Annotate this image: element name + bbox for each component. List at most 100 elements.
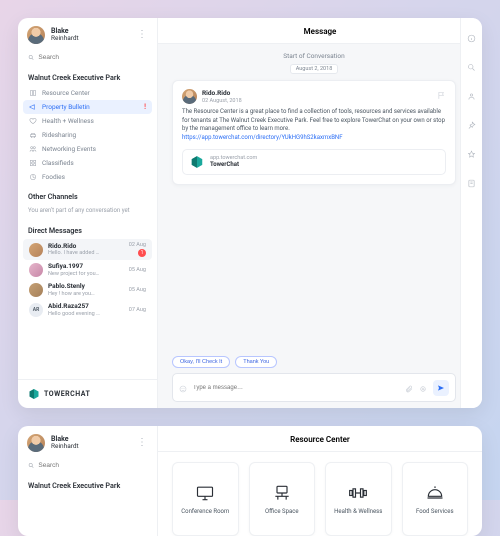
rail-star-icon[interactable] — [467, 144, 476, 163]
sidebar: Blake Reinhardt ⋮ Walnut Creek Executive… — [18, 18, 158, 408]
dm-date: 07 Aug — [129, 307, 146, 313]
main-header: Message — [158, 18, 482, 44]
message-text: The Resource Center is a great place to … — [182, 108, 445, 132]
dm-title: Direct Messages — [18, 218, 157, 239]
search-input[interactable] — [38, 462, 147, 469]
channel-ridesharing[interactable]: Ridesharing — [23, 128, 152, 142]
tile-conference-room[interactable]: Conference Room — [172, 462, 239, 536]
dm-avatar — [29, 263, 43, 277]
attach-icon[interactable] — [405, 378, 413, 397]
message-date: 02 August, 2018 — [202, 98, 242, 104]
rail-pin-icon[interactable] — [467, 115, 476, 134]
channel-label: Foodies — [42, 173, 65, 181]
channel-networking[interactable]: Networking Events — [23, 142, 152, 156]
tile-food-services[interactable]: Food Services — [402, 462, 469, 536]
page-title: Message — [304, 27, 337, 36]
current-user[interactable]: Blake Reinhardt ⋮ — [18, 18, 157, 50]
channel-label: Classifieds — [42, 159, 74, 167]
food-icon — [29, 173, 37, 181]
screen-icon — [195, 483, 215, 503]
channel-label: Resource Center — [42, 89, 90, 97]
dm-preview: Hey ! how are you… — [48, 291, 95, 297]
mention-icon[interactable] — [419, 378, 427, 397]
dm-name: Rido.Rido — [48, 243, 99, 250]
dm-item[interactable]: Sufiya.1997New project for you… 05 Aug — [23, 260, 152, 280]
message-link[interactable]: https://app.towerchat.com/directory/YUkH… — [182, 134, 343, 141]
resource-tiles: Conference Room Office Space Health & We… — [158, 452, 482, 536]
book-icon — [29, 89, 37, 97]
messaging-app: Blake Reinhardt ⋮ Walnut Creek Executive… — [18, 18, 482, 408]
dm-preview: Hello. I have added … — [48, 250, 99, 256]
dm-item[interactable]: AR Abid.Raza257Hello good evening … 07 A… — [23, 300, 152, 320]
send-button[interactable] — [433, 380, 449, 396]
car-icon — [29, 131, 37, 139]
dm-avatar — [29, 243, 43, 257]
link-preview[interactable]: app.towerchat.com TowerChat — [182, 149, 446, 175]
suggestion-chip[interactable]: Thank You — [235, 356, 277, 368]
user-last-name: Reinhardt — [51, 442, 79, 450]
channel-label: Health + Wellness — [42, 117, 94, 125]
message-card: Rido.Rido 02 August, 2018 The Resource C… — [172, 80, 456, 185]
emoji-icon[interactable] — [179, 378, 187, 397]
brand-name: TOWERCHAT — [44, 390, 90, 398]
composer-input[interactable] — [193, 385, 399, 391]
dumbbell-icon — [348, 483, 368, 503]
tile-health-wellness[interactable]: Health & Wellness — [325, 462, 392, 536]
channel-label: Property Bulletin — [42, 103, 90, 111]
channel-classifieds[interactable]: Classifieds — [23, 156, 152, 170]
heart-icon — [29, 117, 37, 125]
dm-name: Sufiya.1997 — [48, 263, 99, 270]
main-header: Resource Center — [158, 426, 482, 452]
channel-property-bulletin[interactable]: Property Bulletin ! — [23, 100, 152, 114]
page-title: Resource Center — [290, 435, 350, 444]
channel-label: Networking Events — [42, 145, 96, 153]
current-user[interactable]: Blake Reinhardt ⋮ — [18, 426, 157, 458]
sidebar-search[interactable] — [18, 458, 157, 473]
dm-preview: New project for you… — [48, 271, 99, 277]
rail-info-icon[interactable] — [467, 28, 476, 47]
dm-date: 05 Aug — [129, 287, 146, 293]
link-preview-icon — [190, 155, 204, 169]
conversation-start-label: Start of Conversation — [172, 52, 456, 60]
alert-badge: ! — [144, 103, 146, 111]
people-icon — [29, 145, 37, 153]
dm-avatar: AR — [29, 303, 43, 317]
tile-label: Health & Wellness — [334, 508, 382, 515]
rail-files-icon[interactable] — [467, 173, 476, 192]
dm-item[interactable]: Rido.RidoHello. I have added … 02 Aug1 — [23, 239, 152, 260]
search-input[interactable] — [38, 54, 147, 61]
sidebar-search[interactable] — [18, 50, 157, 65]
suggestion-chip[interactable]: Okay, I'll Check It — [172, 356, 230, 368]
sidebar: Blake Reinhardt ⋮ Walnut Creek Executive… — [18, 426, 158, 536]
main-panel: Message Start of Conversation August 2, … — [158, 18, 482, 408]
tray-icon — [425, 483, 445, 503]
date-chip: August 2, 2018 — [290, 64, 339, 74]
channel-foodies[interactable]: Foodies — [23, 170, 152, 184]
channel-resource-center[interactable]: Resource Center — [23, 86, 152, 100]
flag-icon[interactable] — [437, 91, 446, 102]
message-author: Rido.Rido — [202, 89, 242, 97]
dm-name: Pablo.Stenly — [48, 283, 95, 290]
tile-label: Office Space — [265, 508, 299, 515]
user-last-name: Reinhardt — [51, 34, 79, 42]
dm-date: 05 Aug — [129, 267, 146, 273]
grid-icon — [29, 159, 37, 167]
workspace-title: Walnut Creek Executive Park — [18, 65, 157, 86]
dm-avatar — [29, 283, 43, 297]
dm-item[interactable]: Pablo.StenlyHey ! how are you… 05 Aug — [23, 280, 152, 300]
rail-search-icon[interactable] — [467, 57, 476, 76]
other-channels-empty: You aren't part of any conversation yet — [18, 205, 157, 218]
dm-preview: Hello good evening … — [48, 311, 100, 317]
suggestion-chips: Okay, I'll Check It Thank You — [172, 350, 456, 368]
channel-health-wellness[interactable]: Health + Wellness — [23, 114, 152, 128]
tile-office-space[interactable]: Office Space — [249, 462, 316, 536]
user-avatar — [27, 434, 45, 452]
dm-name: Abid.Raza257 — [48, 303, 100, 310]
user-avatar — [27, 26, 45, 44]
message-composer[interactable] — [172, 373, 456, 402]
channel-label: Ridesharing — [42, 131, 76, 139]
rail-members-icon[interactable] — [467, 86, 476, 105]
message-avatar — [182, 89, 197, 104]
workspace-title: Walnut Creek Executive Park — [18, 473, 157, 494]
brand-logo-icon — [28, 388, 40, 400]
